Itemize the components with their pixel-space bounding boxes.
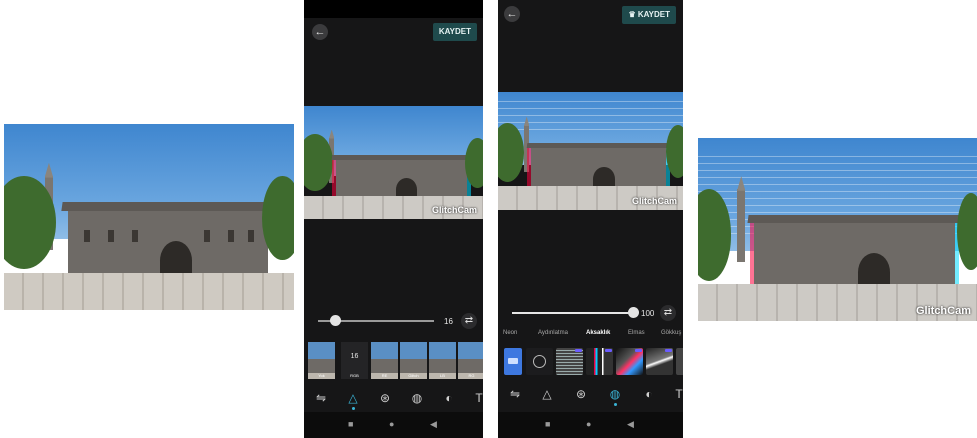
watermark: GlitchCam xyxy=(431,205,477,215)
effect-thumb-glitch[interactable]: Glitch xyxy=(400,342,427,379)
color-circles-icon[interactable]: ⊛ xyxy=(376,389,394,407)
back-arrow-icon[interactable]: ← xyxy=(504,6,520,22)
adjust-sliders-icon[interactable]: ⇋ xyxy=(312,389,330,407)
phone-glitch-editor: ← ♛ KAYDET GlitchCam 100 ⇄ Neon Aydınlat… xyxy=(498,0,683,438)
watermark: GlitchCam xyxy=(915,305,971,317)
recents-icon[interactable]: ■ xyxy=(348,419,353,429)
text-icon[interactable]: T xyxy=(470,389,483,407)
prism-icon[interactable]: △ xyxy=(344,389,362,407)
final-glitched-photo: GlitchCam xyxy=(698,138,977,321)
back-arrow-icon[interactable]: ← xyxy=(312,24,328,40)
home-icon[interactable]: ● xyxy=(586,419,591,429)
effect-tile-3[interactable] xyxy=(616,348,643,375)
back-triangle-icon[interactable]: ◀ xyxy=(430,419,437,430)
ball-icon[interactable]: ◍ xyxy=(408,389,426,407)
save-button[interactable]: KAYDET xyxy=(432,23,477,41)
no-effect-icon xyxy=(533,355,546,368)
prism-icon[interactable]: △ xyxy=(538,385,556,403)
courtyard xyxy=(4,272,294,310)
compare-icon[interactable]: ⇄ xyxy=(461,313,477,329)
effect-tile-1[interactable] xyxy=(556,348,583,375)
intensity-slider-handle[interactable] xyxy=(330,315,341,326)
category-neon[interactable]: Neon xyxy=(503,330,517,336)
effect-thumb-rg[interactable]: RG xyxy=(458,342,483,379)
category-aydinlatma[interactable]: Aydınlatma xyxy=(538,330,568,336)
active-tool-dot xyxy=(614,403,617,406)
intensity-value: 100 xyxy=(641,309,655,318)
intensity-value: 16 xyxy=(444,317,453,326)
active-tool-dot xyxy=(352,407,355,410)
save-premium-button[interactable]: ♛ KAYDET xyxy=(622,6,676,24)
system-nav-bar: ■ ● ◀ xyxy=(304,412,483,438)
category-gokkusagi[interactable]: Gökkuş xyxy=(661,330,681,336)
effect-tile-none[interactable] xyxy=(526,348,553,375)
back-triangle-icon[interactable]: ◀ xyxy=(627,419,634,430)
intensity-slider-handle[interactable] xyxy=(628,307,639,318)
adjust-sliders-icon[interactable]: ⇋ xyxy=(506,385,524,403)
ball-icon[interactable]: ◍ xyxy=(606,385,624,403)
watermark: GlitchCam xyxy=(631,196,677,206)
system-nav-bar: ■ ● ◀ xyxy=(498,412,683,438)
intensity-slider[interactable] xyxy=(512,312,632,314)
original-photo xyxy=(4,124,294,310)
recents-icon[interactable]: ■ xyxy=(545,419,550,429)
effect-tile-preview[interactable] xyxy=(504,348,522,375)
phone-rgb-editor: ← KAYDET GlitchCam 16 ⇄ Yok 16 RGB RE Gl… xyxy=(304,0,483,438)
edited-photo-preview: GlitchCam xyxy=(498,92,683,210)
compare-icon[interactable]: ⇄ xyxy=(660,305,676,321)
text-icon[interactable]: T xyxy=(670,385,683,403)
effect-tile-2[interactable] xyxy=(586,348,613,375)
edited-photo-preview: GlitchCam xyxy=(304,106,483,219)
color-circles-icon[interactable]: ⊛ xyxy=(572,385,590,403)
effect-tile-5[interactable] xyxy=(676,348,683,375)
home-icon[interactable]: ● xyxy=(389,419,394,429)
shape-icon[interactable]: ◐ xyxy=(640,385,658,403)
effect-tile-4[interactable] xyxy=(646,348,673,375)
effect-thumb-none[interactable]: Yok xyxy=(308,342,335,379)
tree-right xyxy=(262,176,294,260)
effect-thumb-rgb[interactable]: 16 RGB xyxy=(341,342,368,379)
effect-thumb-re[interactable]: RE xyxy=(371,342,398,379)
effect-thumb-lb[interactable]: LB xyxy=(429,342,456,379)
shape-icon[interactable]: ◐ xyxy=(440,389,458,407)
mosque-building xyxy=(67,205,268,281)
category-aksaklik[interactable]: Aksaklık xyxy=(586,330,610,336)
category-elmas[interactable]: Elmas xyxy=(628,330,645,336)
